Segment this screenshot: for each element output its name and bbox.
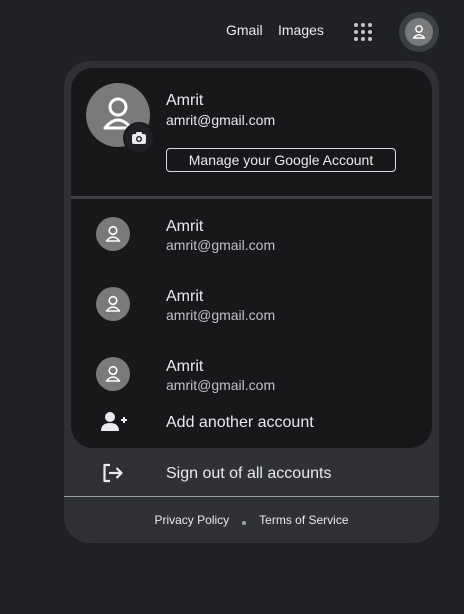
- terms-of-service-link[interactable]: Terms of Service: [259, 513, 348, 527]
- divider: [71, 196, 432, 199]
- person-icon: [105, 295, 121, 312]
- divider: [64, 496, 439, 497]
- account-list-item[interactable]: Amrit amrit@gmail.com: [71, 207, 432, 261]
- account-email: amrit@gmail.com: [166, 307, 276, 323]
- account-name: Amrit: [166, 288, 204, 305]
- account-avatar-button[interactable]: [399, 12, 439, 52]
- footer: Privacy Policy Terms of Service: [64, 513, 439, 533]
- avatar: [96, 357, 130, 391]
- add-account-label: Add another account: [166, 414, 314, 431]
- primary-account-email: amrit@gmail.com: [166, 112, 276, 128]
- privacy-policy-link[interactable]: Privacy Policy: [154, 513, 229, 527]
- camera-icon: [132, 132, 146, 144]
- sign-out-button[interactable]: Sign out of all accounts: [64, 451, 439, 495]
- images-link[interactable]: Images: [278, 22, 324, 38]
- apps-grid-icon[interactable]: [351, 20, 375, 44]
- account-name: Amrit: [166, 218, 204, 235]
- person-add-icon: [101, 412, 127, 431]
- logout-icon: [103, 463, 123, 483]
- change-photo-button[interactable]: [123, 122, 155, 154]
- manage-account-button[interactable]: Manage your Google Account: [166, 148, 396, 172]
- account-email: amrit@gmail.com: [166, 237, 276, 253]
- person-icon: [412, 25, 426, 39]
- avatar: [405, 18, 433, 46]
- account-email: amrit@gmail.com: [166, 377, 276, 393]
- gmail-link[interactable]: Gmail: [226, 22, 263, 38]
- account-name: Amrit: [166, 358, 204, 375]
- accounts-card: Amrit amrit@gmail.com Manage your Google…: [71, 68, 432, 448]
- account-list-item[interactable]: Amrit amrit@gmail.com: [71, 347, 432, 401]
- avatar: [96, 217, 130, 251]
- sign-out-label: Sign out of all accounts: [166, 465, 332, 482]
- avatar: [96, 287, 130, 321]
- person-icon: [105, 365, 121, 382]
- account-list-item[interactable]: Amrit amrit@gmail.com: [71, 277, 432, 331]
- add-account-button[interactable]: Add another account: [71, 402, 432, 442]
- person-icon: [105, 225, 121, 242]
- account-menu: Amrit amrit@gmail.com Manage your Google…: [64, 61, 439, 543]
- separator-dot: [242, 521, 247, 525]
- top-bar: Gmail Images: [0, 0, 464, 62]
- primary-account-name: Amrit: [166, 92, 204, 109]
